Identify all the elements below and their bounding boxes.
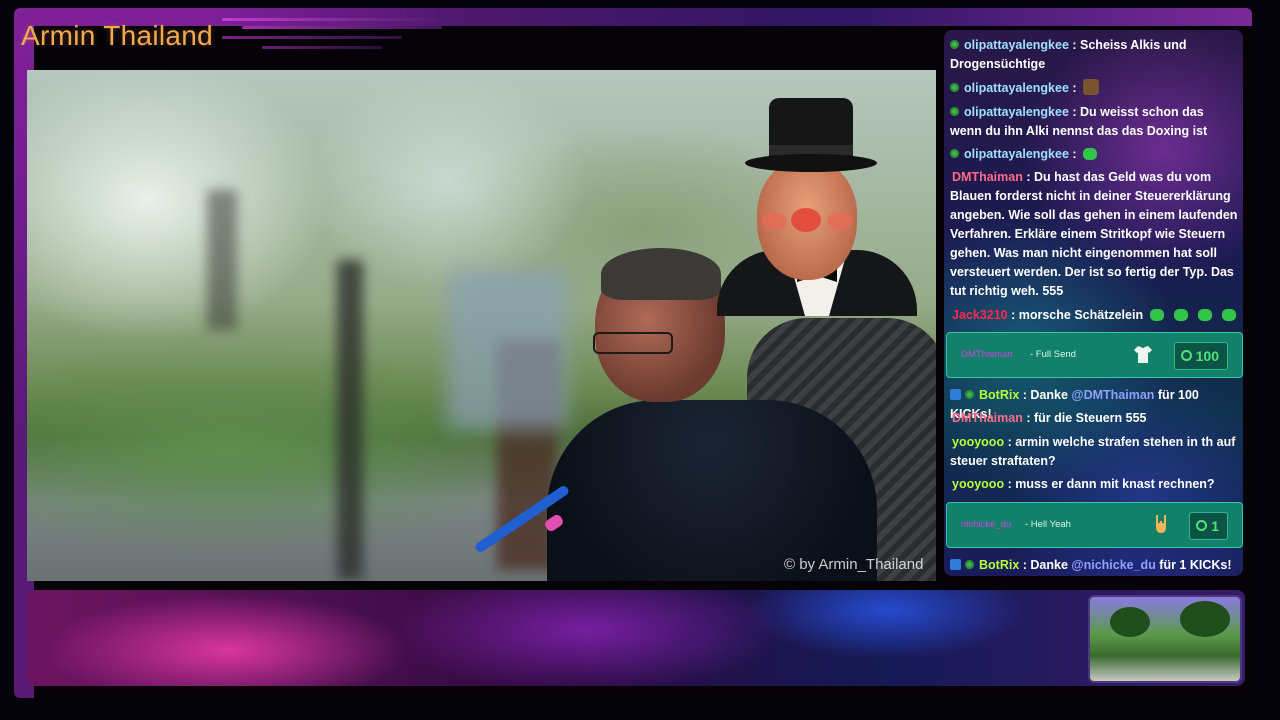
chat-separator: : <box>1068 147 1081 161</box>
chat-message: yooyooo : armin welche strafen stehen in… <box>950 433 1238 471</box>
alert-amount: 100 <box>1173 342 1228 370</box>
chat-mention[interactable]: @DMThaiman <box>1071 388 1154 402</box>
kick-alert: DMThaiman - Full Send 100 <box>946 332 1243 378</box>
chat-username[interactable]: DMThaiman <box>952 170 1023 184</box>
chat-text: Du hast das Geld was du vom Blauen forde… <box>950 170 1238 298</box>
chat-message: olipattayalengkee : Du weisst schon das … <box>950 103 1238 141</box>
location-thumbnail <box>1088 595 1242 683</box>
green-emote-icon <box>1197 309 1212 321</box>
bottom-banner <box>27 590 1245 686</box>
chat-separator: : <box>1068 38 1081 52</box>
watermark: © by Armin_Thailand <box>784 556 924 573</box>
chat-username[interactable]: BotRix <box>979 558 1019 572</box>
chat-separator: : <box>1019 388 1031 402</box>
top-hat-brim <box>745 154 877 172</box>
glasses <box>593 332 673 354</box>
verified-badge-icon <box>950 149 959 158</box>
chat-separator: : <box>1068 105 1081 119</box>
bot-badge-icon <box>950 389 961 400</box>
alert-amount-value: 100 <box>1195 348 1219 364</box>
tshirt-icon <box>1134 346 1152 363</box>
chat-separator: : <box>1004 435 1016 449</box>
alert-amount-value: 1 <box>1211 518 1219 534</box>
chat-mention[interactable]: @nichicke_du <box>1071 558 1155 572</box>
chat-separator: : <box>1019 558 1031 572</box>
chat-text: muss er dann mit knast rechnen? <box>1015 477 1215 491</box>
decorative-bars <box>222 14 462 58</box>
chat-message: olipattayalengkee : <box>950 79 1238 98</box>
avatar-cheek <box>761 212 787 230</box>
chat-message: olipattayalengkee : Scheiss Alkis und Dr… <box>950 36 1238 74</box>
verified-badge-icon <box>965 390 974 399</box>
verified-badge-icon <box>950 107 959 116</box>
chat-message: Jack3210 : morsche Schätzelein <box>950 306 1238 325</box>
alert-username: DMThaiman <box>961 349 1013 360</box>
chat-username[interactable]: olipattayalengkee <box>964 147 1069 161</box>
verified-badge-icon <box>950 40 959 49</box>
chat-separator: : <box>1007 308 1019 322</box>
kick-alert: nichicke_du - Hell Yeah 1 <box>946 502 1243 548</box>
stream-title: Armin Thailand <box>21 20 213 51</box>
green-emote-icon <box>1173 309 1188 321</box>
blurred-tree <box>207 190 237 330</box>
bot-badge-icon <box>950 559 961 570</box>
chat-username[interactable]: yooyooo <box>952 477 1004 491</box>
blurred-post <box>337 260 363 580</box>
avatar-overlay <box>717 90 917 316</box>
green-emote-icon <box>1083 148 1098 160</box>
blurred-chair <box>447 270 567 430</box>
chat-message: yooyooo : muss er dann mit knast rechnen… <box>950 475 1238 494</box>
chat-username[interactable]: BotRix <box>979 388 1019 402</box>
chat-username[interactable]: DMThaiman <box>952 411 1023 425</box>
green-emote-icon <box>1149 309 1164 321</box>
chat-separator: : <box>1022 170 1034 184</box>
rock-hand-icon <box>1156 515 1166 533</box>
chat-message: DMThaiman : für die Steuern 555 <box>950 409 1238 428</box>
chat-message: DMThaiman : Du hast das Geld was du vom … <box>950 168 1238 301</box>
avatar-nose <box>791 208 821 232</box>
verified-badge-icon <box>950 83 959 92</box>
chat-separator: : <box>1068 81 1081 95</box>
chat-panel[interactable]: olipattayalengkee : Scheiss Alkis und Dr… <box>944 30 1243 576</box>
chat-username[interactable]: yooyooo <box>952 435 1004 449</box>
kick-coin-icon <box>1196 520 1208 531</box>
chat-message: olipattayalengkee : <box>950 145 1238 164</box>
person-hair <box>601 248 721 300</box>
alert-username: nichicke_du <box>961 519 1012 530</box>
chat-username[interactable]: olipattayalengkee <box>964 81 1069 95</box>
chat-text: für die Steuern 555 <box>1033 411 1147 425</box>
chat-separator: : <box>1004 477 1016 491</box>
chat-separator: : <box>1022 411 1034 425</box>
brown-face-emote-icon <box>1083 79 1100 95</box>
alert-message: - Hell Yeah <box>1025 519 1071 530</box>
alert-amount: 1 <box>1189 512 1228 540</box>
alert-message: - Full Send <box>1030 349 1076 360</box>
kick-coin-icon <box>1180 350 1192 361</box>
avatar-cheek <box>827 212 853 230</box>
chat-text: Danke <box>1030 558 1072 572</box>
chat-text: morsche Schätzelein <box>1018 308 1144 322</box>
green-emote-icon <box>1221 309 1236 321</box>
chat-message: BotRix : Danke @nichicke_du für 1 KICKs! <box>950 556 1238 575</box>
chat-username[interactable]: Jack3210 <box>952 308 1008 322</box>
person-body <box>547 400 877 581</box>
chat-text: für 1 KICKs! <box>1155 558 1232 572</box>
palm-tree <box>1180 601 1230 637</box>
chat-text: Danke <box>1030 388 1072 402</box>
chat-username[interactable]: olipattayalengkee <box>964 105 1069 119</box>
verified-badge-icon <box>965 560 974 569</box>
palm-tree <box>1110 607 1150 637</box>
chat-username[interactable]: olipattayalengkee <box>964 38 1069 52</box>
